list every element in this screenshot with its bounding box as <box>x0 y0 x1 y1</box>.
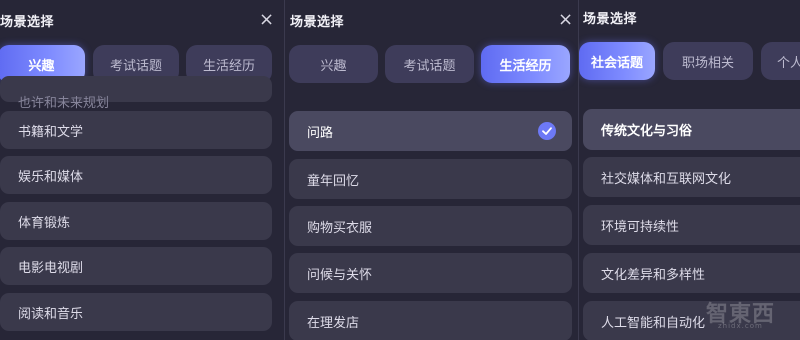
list-item[interactable]: 书籍和文学 <box>0 111 272 149</box>
list-item[interactable]: 在理发店 <box>289 301 572 340</box>
list-item-selected[interactable]: 问路 <box>289 111 572 151</box>
screenshot-stage: 场景选择 × 兴趣 考试话题 生活经历 也许和未来规划 书籍和文学 娱乐和媒体 … <box>0 0 800 340</box>
close-icon[interactable]: × <box>558 11 573 29</box>
list-item-selected[interactable]: 传统文化与习俗 <box>583 109 800 150</box>
list-item-label: 也许和未来规划 <box>18 96 110 111</box>
panel-title: 场景选择 <box>583 12 638 27</box>
tab-interest[interactable]: 兴趣 <box>289 45 378 83</box>
check-icon <box>538 122 556 140</box>
list-item[interactable]: 电影电视剧 <box>0 247 272 285</box>
list-item[interactable]: 童年回忆 <box>289 159 572 199</box>
tab-personal[interactable]: 个人 <box>761 42 800 80</box>
list-item[interactable]: 文化差异和多样性 <box>583 253 800 293</box>
list-item-partial[interactable]: 也许和未来规划 <box>0 76 272 111</box>
list-item[interactable]: 问候与关怀 <box>289 253 572 293</box>
list-item[interactable]: 阅读和音乐 <box>0 293 272 331</box>
list-item[interactable]: 娱乐和媒体 <box>0 156 272 194</box>
scene-panel-life: 场景选择 × 兴趣 考试话题 生活经历 问路 童年回忆 购物买衣服 问候与关怀 … <box>285 0 578 340</box>
tab-workplace[interactable]: 职场相关 <box>663 42 753 80</box>
list-item[interactable]: 体育锻炼 <box>0 202 272 240</box>
tab-social-topics[interactable]: 社会话题 <box>579 42 655 80</box>
panel-title: 场景选择 <box>290 15 345 30</box>
tab-life-experience[interactable]: 生活经历 <box>481 45 570 83</box>
list-item-label: 问路 <box>307 125 334 141</box>
tab-exam-topics[interactable]: 考试话题 <box>385 45 474 83</box>
scene-panel-society: 场景选择 社会话题 职场相关 个人 传统文化与习俗 社交媒体和互联网文化 环境可… <box>579 0 800 340</box>
close-icon[interactable]: × <box>259 11 274 29</box>
scene-panel-interests: 场景选择 × 兴趣 考试话题 生活经历 也许和未来规划 书籍和文学 娱乐和媒体 … <box>0 0 284 340</box>
list-item[interactable]: 人工智能和自动化 <box>583 301 800 340</box>
list-item[interactable]: 环境可持续性 <box>583 205 800 245</box>
panel-title: 场景选择 <box>0 15 55 30</box>
list-item[interactable]: 购物买衣服 <box>289 206 572 246</box>
list-item[interactable]: 社交媒体和互联网文化 <box>583 157 800 197</box>
